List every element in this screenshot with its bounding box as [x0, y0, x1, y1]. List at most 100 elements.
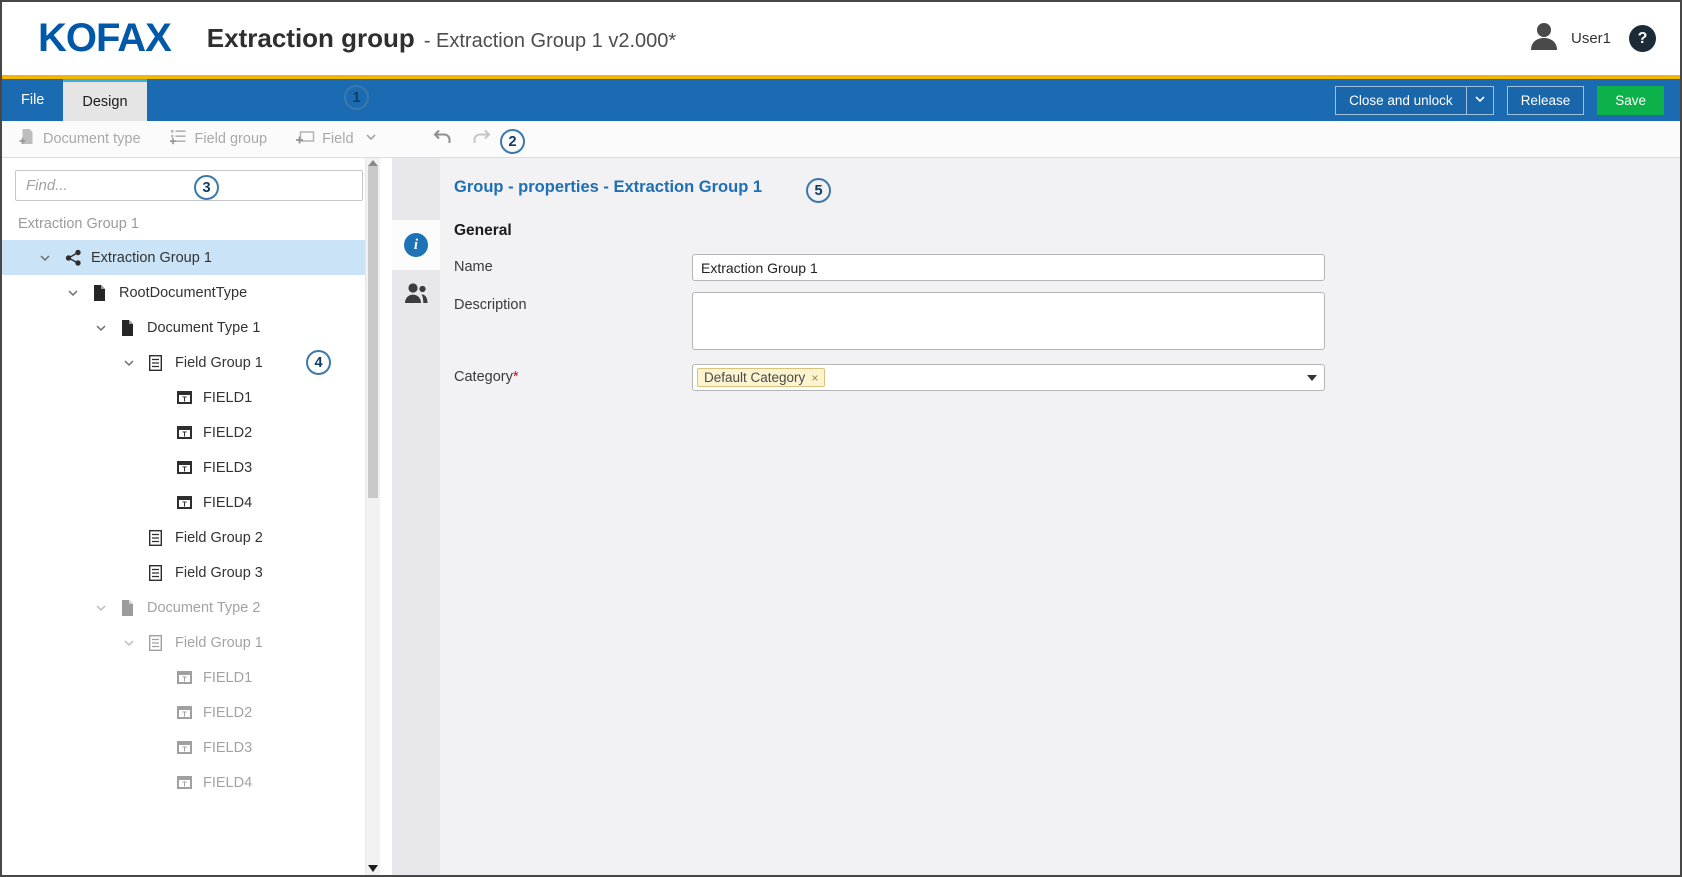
panel-gap [380, 158, 392, 875]
scroll-down-icon[interactable] [368, 865, 378, 872]
kofax-logo: KOFAX [38, 16, 171, 61]
tree-item-field-group-1[interactable]: Field Group 1 [2, 625, 365, 660]
section-general: General [454, 222, 1656, 240]
document-icon [120, 599, 147, 617]
tree-root-caption: Extraction Group 1 [2, 201, 365, 238]
page-title: Extraction group - Extraction Group 1 v2… [207, 23, 676, 54]
tree-item-rootdocumenttype[interactable]: RootDocumentType [2, 275, 365, 310]
field-group-icon [148, 529, 175, 547]
remove-tag-icon[interactable]: × [811, 371, 818, 385]
tree-item-field4[interactable]: T FIELD4 [2, 765, 365, 800]
tree-item-field-group-3[interactable]: Field Group 3 [2, 555, 365, 590]
field-icon: T [176, 705, 203, 720]
dropdown-arrow-icon[interactable] [1307, 375, 1317, 381]
tree-item-field1[interactable]: TFIELD1 [2, 660, 365, 695]
category-combobox[interactable]: Default Category × [692, 364, 1325, 391]
document-type-label: Document type [43, 131, 141, 147]
add-field-group-button[interactable]: Field group [169, 128, 268, 150]
description-input[interactable] [692, 292, 1325, 350]
redo-icon[interactable] [472, 129, 493, 150]
tree-item-extraction-group-1[interactable]: Extraction Group 1 [2, 240, 365, 275]
chevron-down-icon[interactable] [66, 286, 92, 300]
category-label-text: Category [454, 369, 513, 385]
add-field-button[interactable]: Field [295, 129, 376, 149]
user-avatar-icon [1527, 20, 1561, 57]
tree-item-label: Extraction Group 1 [91, 250, 212, 266]
search-input[interactable] [15, 170, 363, 201]
properties-tabstrip: i [392, 158, 440, 875]
field-icon: T [176, 495, 203, 510]
tree-item-label: FIELD2 [203, 425, 252, 441]
callout-2: 2 [500, 129, 525, 154]
help-icon[interactable]: ? [1629, 25, 1656, 52]
tree-item-field-group-2[interactable]: Field Group 2 [2, 520, 365, 555]
tree-item-field3[interactable]: TFIELD3 [2, 730, 365, 765]
tree-item-document-type-2[interactable]: Document Type 2 [2, 590, 365, 625]
tree-item-field4[interactable]: T FIELD4 [2, 485, 365, 520]
tree-item-field3[interactable]: TFIELD3 [2, 450, 365, 485]
svg-text:T: T [182, 394, 187, 403]
ribbon-bar: File Design Close and unlock Release Sav… [2, 79, 1680, 121]
chevron-down-icon[interactable] [94, 601, 120, 615]
tree-item-label: FIELD3 [203, 740, 252, 756]
app-header: KOFAX Extraction group - Extraction Grou… [2, 2, 1680, 75]
tree-item-field2[interactable]: T FIELD2 [2, 415, 365, 450]
close-and-unlock-button[interactable]: Close and unlock [1335, 86, 1467, 115]
tab-file[interactable]: File [2, 79, 63, 121]
svg-text:T: T [182, 499, 187, 508]
tab-general-info[interactable]: i [392, 220, 440, 270]
users-icon [403, 280, 430, 310]
callout-5: 5 [806, 178, 831, 203]
field-group-icon [148, 354, 175, 372]
add-document-type-button[interactable]: Document type [18, 128, 141, 150]
field-icon: T [176, 460, 203, 475]
document-icon [120, 319, 147, 337]
svg-text:T: T [182, 779, 187, 788]
release-button[interactable]: Release [1507, 86, 1585, 115]
name-input[interactable] [692, 254, 1325, 281]
chevron-down-icon[interactable] [38, 251, 64, 265]
svg-text:T: T [182, 464, 187, 473]
chevron-down-icon[interactable] [122, 636, 148, 650]
tree-item-field1[interactable]: T FIELD1 [2, 380, 365, 415]
tab-permissions[interactable] [392, 270, 440, 320]
close-and-unlock-dropdown-button[interactable] [1467, 86, 1494, 115]
svg-text:T: T [182, 429, 187, 438]
tree-item-label: Field Group 1 [175, 355, 263, 371]
category-label: Category* [454, 364, 692, 391]
svg-text:T: T [182, 709, 187, 718]
undo-icon[interactable] [431, 129, 452, 150]
name-label: Name [454, 254, 692, 281]
chevron-down-icon[interactable] [365, 131, 377, 147]
header-right: User1 ? [1527, 20, 1656, 57]
scrollbar-thumb[interactable] [368, 166, 378, 498]
tab-design[interactable]: Design [63, 79, 146, 121]
page-title-subtitle: - Extraction Group 1 v2.000* [424, 30, 676, 53]
field-group-add-icon [169, 128, 188, 150]
description-label: Description [454, 292, 692, 350]
save-button[interactable]: Save [1597, 86, 1664, 115]
field-icon: T [176, 390, 203, 405]
tree-item-field2[interactable]: TFIELD2 [2, 695, 365, 730]
required-marker: * [513, 369, 519, 385]
field-add-icon [295, 129, 315, 149]
sidebar-scrollbar[interactable] [365, 158, 380, 875]
tree-item-label: RootDocumentType [119, 285, 247, 301]
page-title-main: Extraction group [207, 23, 415, 54]
tree-item-label: FIELD1 [203, 390, 252, 406]
category-tag: Default Category × [697, 368, 825, 387]
field-icon: T [176, 670, 203, 685]
chevron-down-icon[interactable] [94, 321, 120, 335]
category-tag-label: Default Category [704, 370, 805, 385]
properties-panel: Group - properties - Extraction Group 1 … [440, 158, 1680, 875]
field-icon: T [176, 425, 203, 440]
content-area: Extraction Group 1 Extraction Group 1 Roo… [2, 158, 1680, 875]
field-group-icon [148, 634, 175, 652]
tree-item-label: FIELD4 [203, 495, 252, 511]
tree-item-label: FIELD4 [203, 775, 252, 791]
chevron-down-icon [1474, 93, 1486, 108]
chevron-down-icon[interactable] [122, 356, 148, 370]
field-icon: T [176, 740, 203, 755]
tree-item-label: FIELD1 [203, 670, 252, 686]
tree-item-document-type-1[interactable]: Document Type 1 [2, 310, 365, 345]
